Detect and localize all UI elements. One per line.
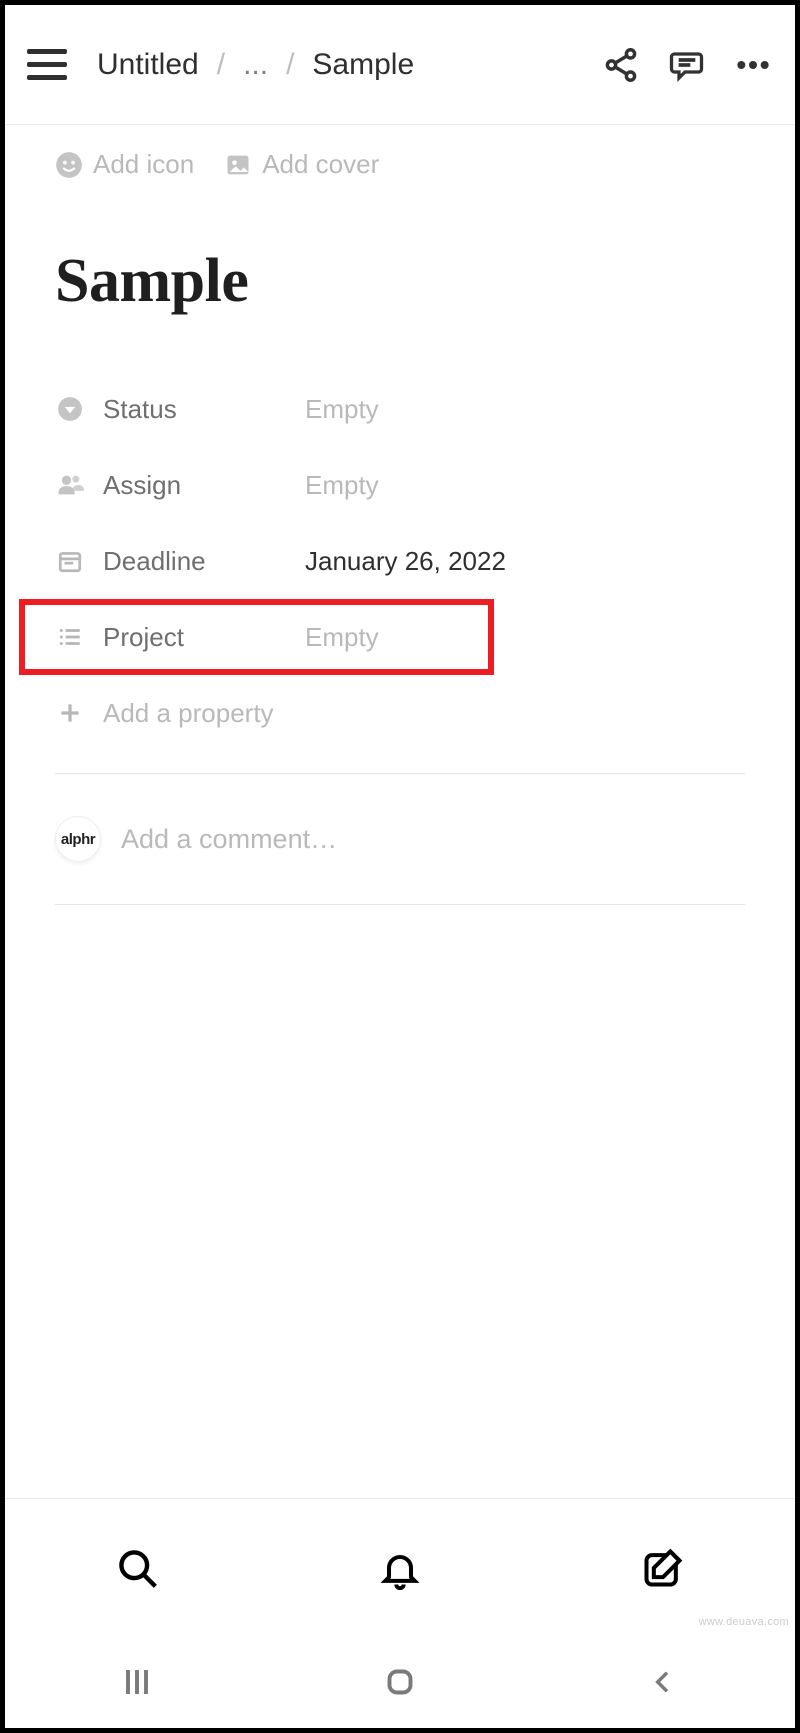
property-label: Deadline [103,546,206,577]
breadcrumb-ellipsis[interactable]: ... [243,48,268,82]
compose-icon[interactable] [636,1541,690,1595]
share-icon[interactable] [601,45,641,85]
breadcrumbs: Untitled / ... / Sample [97,48,414,82]
property-row-assign[interactable]: Assign Empty [55,447,745,523]
top-bar: Untitled / ... / Sample [5,5,795,125]
comments-icon[interactable] [667,45,707,85]
avatar: alphr [55,816,101,862]
smiley-icon [55,151,83,179]
search-icon[interactable] [110,1541,164,1595]
more-icon[interactable] [733,45,773,85]
menu-icon[interactable] [27,45,67,85]
property-value[interactable]: January 26, 2022 [305,546,506,577]
list-icon [55,624,85,650]
notifications-icon[interactable] [373,1541,427,1595]
comment-row[interactable]: alphr Add a comment… [55,774,745,904]
dropdown-icon [55,396,85,422]
property-value[interactable]: Empty [305,394,379,425]
add-icon-label: Add icon [93,149,194,180]
breadcrumb-separator: / [286,48,294,82]
calendar-icon [55,548,85,574]
property-row-project[interactable]: Project Empty [19,599,494,675]
property-row-deadline[interactable]: Deadline January 26, 2022 [55,523,745,599]
property-label: Status [103,394,177,425]
divider [55,904,745,905]
people-icon [55,471,85,499]
image-icon [224,151,252,179]
add-property-button[interactable]: Add a property [55,675,745,751]
breadcrumb-current[interactable]: Sample [312,48,414,82]
bottom-bar [5,1498,795,1636]
watermark: www.deuava.com [699,1616,789,1628]
home-button[interactable] [370,1662,430,1702]
property-value[interactable]: Empty [305,470,379,501]
property-row-status[interactable]: Status Empty [55,371,745,447]
page-title[interactable]: Sample [55,246,745,317]
comment-placeholder[interactable]: Add a comment… [121,824,337,855]
back-button[interactable] [633,1662,693,1702]
system-nav-bar [5,1636,795,1728]
add-icon-button[interactable]: Add icon [55,149,194,180]
page-content: Add icon Add cover Sample Status [5,125,795,1498]
add-cover-label: Add cover [262,149,379,180]
add-cover-button[interactable]: Add cover [224,149,379,180]
property-label: Project [103,622,184,653]
plus-icon [55,700,85,726]
breadcrumb-root[interactable]: Untitled [97,48,199,82]
property-label: Assign [103,470,181,501]
property-value[interactable]: Empty [305,622,379,653]
properties-list: Status Empty Assign Empty [55,371,745,751]
breadcrumb-separator: / [217,48,225,82]
add-property-label: Add a property [103,698,274,729]
recents-button[interactable] [107,1662,167,1702]
